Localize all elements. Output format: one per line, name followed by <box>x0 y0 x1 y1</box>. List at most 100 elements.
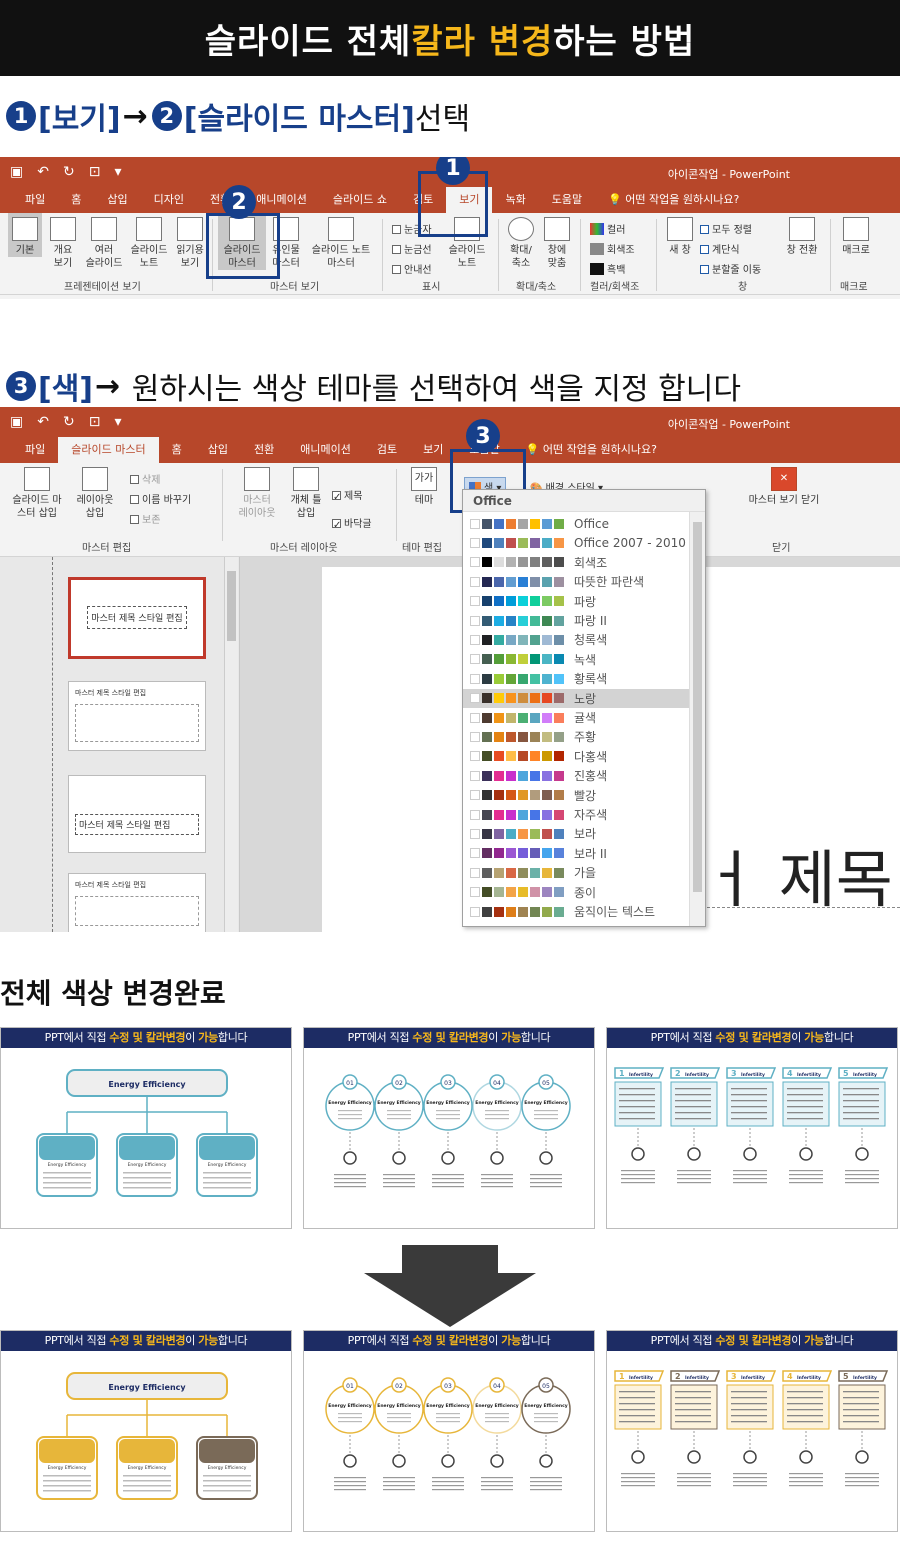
scrollbar-thumb[interactable] <box>227 571 236 641</box>
tell-me[interactable]: 💡 어떤 작업을 원하시나요? <box>513 441 670 463</box>
redo-icon[interactable]: ↻ <box>63 164 75 180</box>
color-button[interactable]: 컬러 <box>590 221 625 236</box>
theme-option[interactable]: 보라 <box>463 824 689 843</box>
present-icon[interactable]: ⊡ <box>89 414 101 430</box>
tab-file[interactable]: 파일 <box>12 441 58 463</box>
dropdown-scrollbar[interactable] <box>689 512 705 926</box>
move-split-button[interactable]: 분할줄 이동 <box>700 261 761 276</box>
swatch-color <box>542 770 552 781</box>
theme-option[interactable]: 녹색 <box>463 650 689 669</box>
switch-windows-button[interactable]: 창 전환 <box>780 213 824 257</box>
theme-option[interactable]: 황록색 <box>463 669 689 688</box>
insert-placeholder-button[interactable]: 개체 틀 삽입 <box>284 463 328 520</box>
theme-option[interactable]: Office <box>463 514 689 533</box>
outline-view-button[interactable]: 개요 보기 <box>46 213 80 270</box>
macros-button[interactable]: 매크로 <box>836 213 876 257</box>
swatch-color <box>530 712 540 723</box>
arrange-all-button[interactable]: 모두 정렬 <box>700 221 752 236</box>
tab-home[interactable]: 홈 <box>159 441 195 463</box>
theme-option[interactable]: 보라 II <box>463 844 689 863</box>
tab-insert[interactable]: 삽입 <box>94 191 140 213</box>
undo-icon[interactable]: ↶ <box>37 164 49 180</box>
insert-layout-button[interactable]: 레이아웃 삽입 <box>70 463 120 520</box>
tell-me[interactable]: 💡 어떤 작업을 원하시나요? <box>595 191 752 213</box>
theme-option[interactable]: 가을 <box>463 863 689 882</box>
card-header-text: 합니다 <box>520 1031 551 1044</box>
theme-option[interactable]: 파랑 <box>463 592 689 611</box>
delete-button[interactable]: 삭제 <box>130 471 160 486</box>
customize-icon[interactable]: ▾ <box>114 164 121 180</box>
swatch-color <box>542 518 552 529</box>
tab-slideshow[interactable]: 슬라이드 쇼 <box>320 191 400 213</box>
tab-insert[interactable]: 삽입 <box>195 441 241 463</box>
gridlines-checkbox[interactable]: 눈금선 <box>392 241 432 256</box>
tab-animations[interactable]: 애니메이션 <box>287 441 364 463</box>
redo-icon[interactable]: ↻ <box>63 414 75 430</box>
theme-option[interactable]: 회색조 <box>463 553 689 572</box>
fit-window-button[interactable]: 창에 맞춤 <box>540 213 574 270</box>
card-header: PPT에서 직접 수정 및 칼라변경이 가능합니다 <box>607 1331 897 1351</box>
theme-option[interactable]: 움직이는 텍스트 <box>463 902 689 921</box>
theme-option[interactable]: 진홍색 <box>463 766 689 785</box>
zoom-button[interactable]: 확대/ 축소 <box>504 213 538 270</box>
diagram-child-label: Energy Efficiency <box>128 1465 167 1471</box>
tab-review[interactable]: 검토 <box>364 441 410 463</box>
slide-thumbnails-pane[interactable]: 마스터 제목 스타일 편집 마스터 제목 스타일 편집 마스터 제목 스타일 편… <box>0 557 240 932</box>
theme-option[interactable]: 종이 <box>463 883 689 902</box>
title-checkbox[interactable]: ✓ 제목 <box>332 487 362 503</box>
tab-file[interactable]: 파일 <box>12 191 58 213</box>
card-header: PPT에서 직접 수정 및 칼라변경이 가능합니다 <box>1 1028 291 1048</box>
grayscale-button[interactable]: 회색조 <box>590 241 635 256</box>
swatch-color <box>506 693 516 704</box>
theme-option[interactable]: 따뜻한 파란색 <box>463 572 689 591</box>
notes-page-button[interactable]: 슬라이드 노트 <box>126 213 172 270</box>
theme-colors-dropdown[interactable]: Office Office Office 2007 - 2010 회색조 따뜻한 파란… <box>462 489 706 927</box>
master-slide-thumbnail[interactable]: 마스터 제목 스타일 편집 <box>68 577 206 659</box>
present-icon[interactable]: ⊡ <box>89 164 101 180</box>
close-master-view-button[interactable]: ✕ 마스터 보기 닫기 <box>736 463 832 507</box>
theme-option[interactable]: 귤색 <box>463 708 689 727</box>
new-window-button[interactable]: 새 창 <box>662 213 698 257</box>
theme-option[interactable]: 파랑 II <box>463 611 689 630</box>
theme-option[interactable]: Office 2007 - 2010 <box>463 533 689 552</box>
insert-slide-master-button[interactable]: 슬라이드 마 스터 삽입 <box>6 463 68 520</box>
save-icon[interactable]: ▣ <box>10 164 23 180</box>
master-layout-button[interactable]: 마스터 레이아웃 <box>232 463 282 520</box>
dropdown-scrollbar-thumb[interactable] <box>693 522 702 892</box>
tab-slide-master[interactable]: 슬라이드 마스터 <box>58 435 159 463</box>
footers-checkbox[interactable]: ✓ 바닥글 <box>332 515 372 531</box>
step-icon <box>441 1454 455 1468</box>
layout-thumbnail[interactable]: 마스터 제목 스타일 편집 <box>68 775 206 853</box>
reading-view-button[interactable]: 읽기용 보기 <box>172 213 208 270</box>
thumbnails-scrollbar[interactable] <box>224 557 238 932</box>
swatch-color <box>554 809 564 820</box>
cascade-button[interactable]: 계단식 <box>700 241 740 256</box>
theme-option[interactable]: 청록색 <box>463 630 689 649</box>
black-white-button[interactable]: 흑백 <box>590 261 625 276</box>
theme-option[interactable]: 빨강 <box>463 786 689 805</box>
tab-transitions[interactable]: 전환 <box>241 441 287 463</box>
theme-option[interactable]: 자주색 <box>463 805 689 824</box>
themes-button[interactable]: 가가 테마 <box>404 463 444 507</box>
card-header: PPT에서 직접 수정 및 칼라변경이 가능합니다 <box>607 1028 897 1048</box>
theme-option[interactable]: 다홍색 <box>463 747 689 766</box>
customize-icon[interactable]: ▾ <box>114 414 121 430</box>
rename-button[interactable]: 이름 바꾸기 <box>130 491 191 506</box>
layout-thumbnail[interactable]: 마스터 제목 스타일 편집 <box>68 681 206 751</box>
normal-view-button[interactable]: 기본 <box>8 213 42 257</box>
tab-help[interactable]: 도움말 <box>539 191 595 213</box>
undo-icon[interactable]: ↶ <box>37 414 49 430</box>
tab-record[interactable]: 녹화 <box>492 191 538 213</box>
save-icon[interactable]: ▣ <box>10 414 23 430</box>
theme-option[interactable]: 주황 <box>463 727 689 746</box>
theme-option[interactable]: 노랑 <box>463 688 689 708</box>
group-edit-master: 마스터 편집 <box>82 543 132 554</box>
swatch-color <box>554 673 564 684</box>
notes-master-button[interactable]: 슬라이드 노트 마스터 <box>304 213 378 270</box>
guides-checkbox[interactable]: 안내선 <box>392 261 432 276</box>
slide-sorter-button[interactable]: 여러 슬라이드 <box>82 213 126 270</box>
tab-home[interactable]: 홈 <box>58 191 94 213</box>
preserve-button[interactable]: 보존 <box>130 511 160 526</box>
layout-thumbnail[interactable]: 마스터 제목 스타일 편집 <box>68 873 206 932</box>
tab-design[interactable]: 디자인 <box>141 191 197 213</box>
